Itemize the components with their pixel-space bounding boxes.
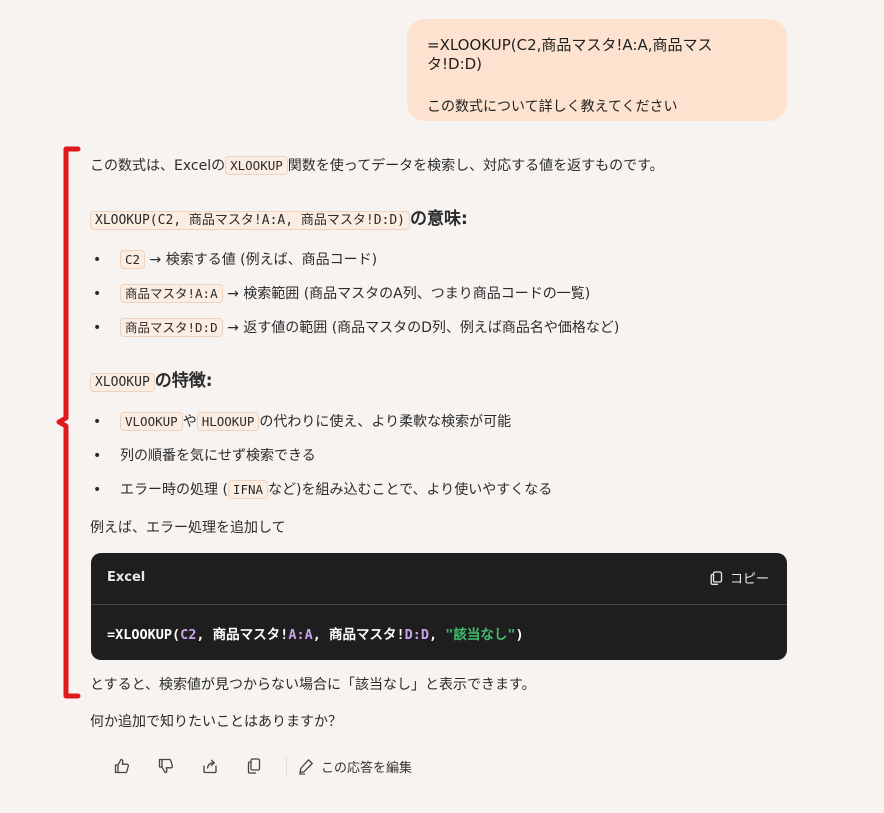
copy-icon: [710, 570, 723, 585]
copy-response-button[interactable]: [232, 754, 276, 778]
heading-meaning: XLOOKUP(C2, 商品マスタ!A:A, 商品マスタ!D:D) の意味:: [90, 207, 790, 233]
bullet-dot: •: [93, 414, 102, 430]
code-token: , 商品マスタ!: [196, 627, 289, 643]
user-message-question: この数式について詳しく教えてください: [427, 98, 678, 115]
bullet-dot: •: [93, 286, 102, 302]
intro-text-post: 関数を使ってデータを検索し、対応する値を返すものです。: [287, 158, 664, 174]
heading-code: XLOOKUP(C2, 商品マスタ!A:A, 商品マスタ!D:D): [90, 211, 411, 230]
edit-pen-icon: [299, 759, 313, 775]
inline-code: HLOOKUP: [196, 412, 260, 431]
heading-code: XLOOKUP: [90, 373, 155, 392]
thumbs-down-button[interactable]: [144, 754, 188, 778]
code-token: =XLOOKUP(: [107, 627, 181, 643]
code-block-divider: [91, 604, 787, 605]
code-token: ): [515, 627, 524, 643]
list-item-text: → 返す値の範囲 (商品マスタのD列、例えば商品名や価格など): [227, 320, 620, 336]
bullet-dot: •: [93, 482, 102, 498]
response-action-bar: この応答を編集: [100, 754, 412, 778]
code-block: Excel コピー =XLOOKUP(C2, 商品マスタ!A:A, 商品マスタ!…: [91, 553, 787, 660]
list-item: 商品マスタ!A:A → 検索範囲 (商品マスタのA列、つまり商品コードの一覧): [120, 284, 590, 304]
red-bracket-annotation: [56, 146, 81, 699]
list-item-text: や: [182, 414, 197, 430]
copy-icon: [247, 758, 261, 774]
list-item: VLOOKUP や HLOOKUP の代わりに使え、より柔軟な検索が可能: [120, 412, 511, 432]
list-item-text: の代わりに使え、より柔軟な検索が可能: [259, 414, 512, 430]
intro-text-pre: この数式は、Excelの: [90, 158, 226, 174]
inline-code: 商品マスタ!A:A: [120, 284, 223, 303]
inline-code: C2: [120, 250, 146, 269]
thumbs-up-icon: [114, 758, 130, 774]
after-code-text: とすると、検索値が見つからない場合に「該当なし」と表示できます。: [90, 677, 536, 693]
list-item: エラー時の処理 (IFNA など)を組み込むことで、より使いやすくなる: [120, 480, 552, 500]
bullet-dot: •: [93, 448, 102, 464]
list-item: 列の順番を気にせず検索できる: [120, 446, 316, 466]
list-item-text: など)を組み込むことで、より使いやすくなる: [268, 482, 553, 498]
thumbs-up-button[interactable]: [100, 754, 144, 778]
thumbs-down-icon: [158, 758, 174, 774]
code-language-label: Excel: [107, 570, 146, 585]
code-token: ,: [428, 627, 446, 643]
share-icon: [203, 759, 217, 774]
list-item-text: エラー時の処理 (: [120, 482, 228, 498]
inline-code: 商品マスタ!D:D: [120, 318, 223, 337]
code-token: D:D: [404, 627, 429, 643]
copy-button[interactable]: コピー: [710, 568, 769, 587]
list-item-text: → 検索する値 (例えば、商品コード): [149, 252, 378, 268]
user-message-bubble: =XLOOKUP(C2,商品マスタ!A:A,商品マスタ!D:D) この数式につい…: [407, 19, 787, 121]
inline-code: IFNA: [227, 480, 269, 499]
heading-features: XLOOKUP の特徴:: [90, 369, 790, 395]
heading-text: の意味:: [410, 209, 468, 229]
closing-question: 何か追加で知りたいことはありますか？: [90, 714, 342, 730]
code-token: A:A: [288, 627, 313, 643]
action-divider: [286, 757, 287, 775]
response-intro: この数式は、Excelの XLOOKUP 関数を使ってデータを検索し、対応する値を返…: [90, 156, 790, 176]
share-button[interactable]: [188, 754, 232, 778]
user-message-formula: =XLOOKUP(C2,商品マスタ!A:A,商品マスタ!D:D): [427, 36, 713, 73]
bullet-dot: •: [93, 252, 102, 268]
edit-response-button[interactable]: この応答を編集: [297, 757, 412, 776]
code-token: "該当なし": [445, 627, 516, 643]
list-item: C2 → 検索する値 (例えば、商品コード): [120, 250, 377, 270]
inline-code: XLOOKUP: [225, 156, 288, 175]
heading-text: の特徴:: [154, 371, 213, 391]
list-item-text: → 検索範囲 (商品マスタのA列、つまり商品コードの一覧): [227, 286, 591, 302]
code-line: =XLOOKUP(C2, 商品マスタ!A:A, 商品マスタ!D:D, "該当なし…: [107, 623, 524, 643]
bullet-dot: •: [93, 320, 102, 336]
edit-response-label: この応答を編集: [321, 760, 413, 776]
code-token: , 商品マスタ!: [312, 627, 405, 643]
list-item: 商品マスタ!D:D → 返す値の範囲 (商品マスタのD列、例えば商品名や価格など…: [120, 318, 619, 338]
inline-code: VLOOKUP: [120, 412, 183, 431]
code-token: C2: [180, 627, 197, 643]
copy-label: コピー: [729, 572, 769, 587]
example-intro: 例えば、エラー処理を追加して: [90, 520, 286, 536]
list-item-text: 列の順番を気にせず検索できる: [120, 448, 316, 464]
